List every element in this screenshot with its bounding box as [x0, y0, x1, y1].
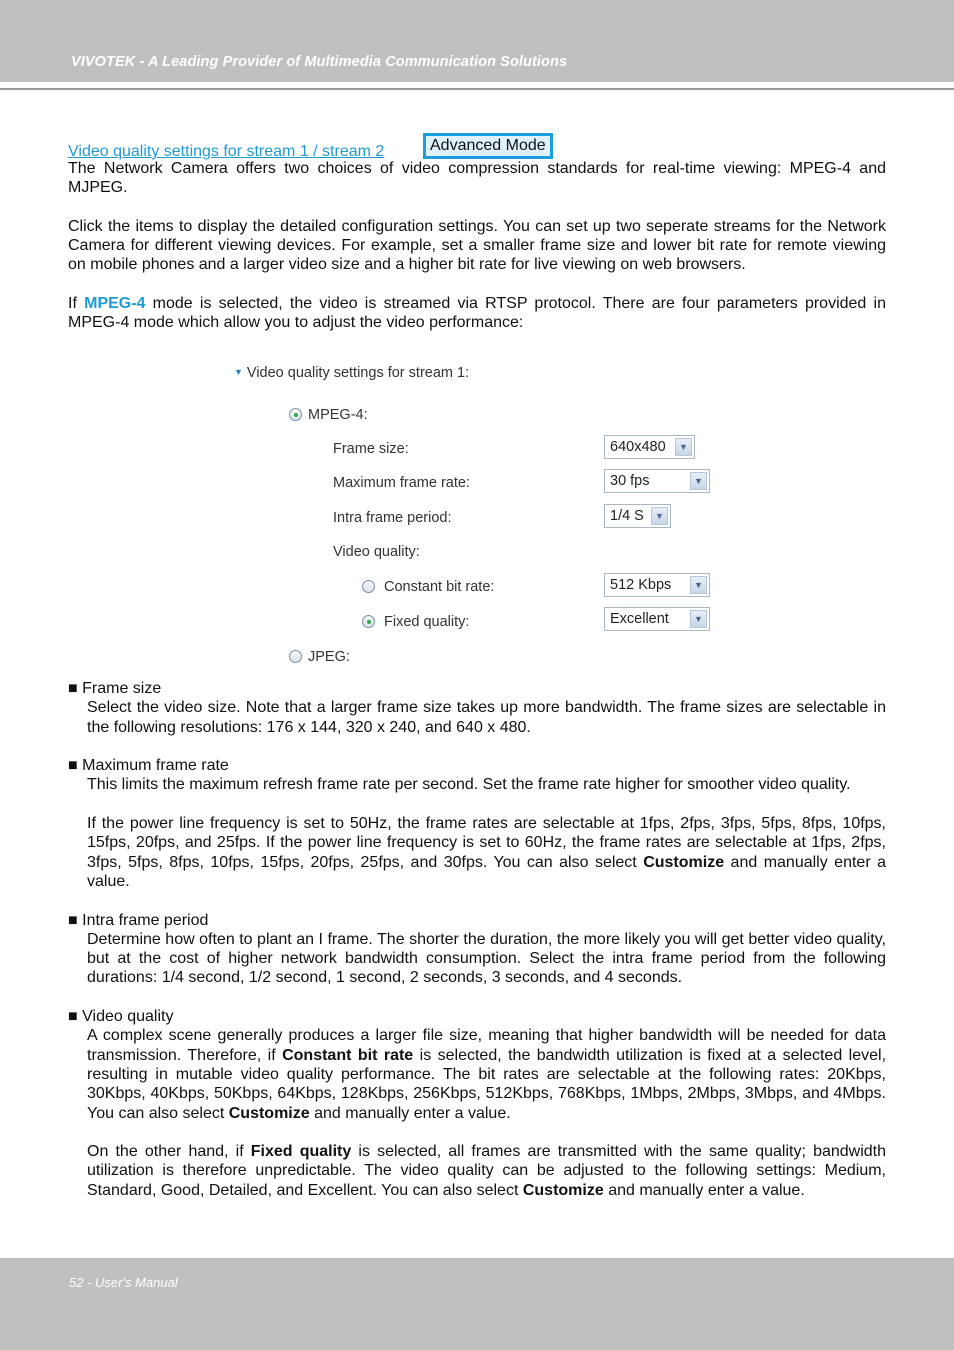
frame-size-label: Frame size: — [333, 441, 409, 457]
bullet-icon: ■ — [68, 757, 78, 775]
video-quality-label: Video quality: — [333, 544, 420, 560]
mpeg4-keyword: MPEG-4 — [84, 295, 146, 313]
chevron-down-icon: ▼ — [690, 472, 707, 490]
bullet-intra-frame: ■ Intra frame period Determine how often… — [68, 911, 886, 988]
bullet-text: This limits the maximum refresh frame ra… — [87, 776, 851, 794]
bullet-text: A complex scene generally produces a lar… — [87, 1027, 887, 1122]
bullet-text: On the other hand, if Fixed quality is s… — [87, 1143, 887, 1199]
mpeg4-label: MPEG-4: — [308, 407, 368, 423]
bullet-max-frame-rate: ■ Maximum frame rate This limits the max… — [68, 756, 886, 891]
page-content: Video quality settings for stream 1 / st… — [68, 133, 886, 333]
mpeg4-paragraph: If MPEG-4 mode is selected, the video is… — [68, 295, 886, 332]
max-frame-rate-label: Maximum frame rate: — [333, 475, 470, 491]
cbr-select[interactable]: 512 Kbps ▼ — [604, 573, 710, 597]
bullet-icon: ■ — [68, 911, 78, 929]
section-heading: Video quality settings for stream 1 / st… — [68, 133, 886, 162]
page-header: VIVOTEK - A Leading Provider of Multimed… — [0, 0, 954, 82]
chevron-down-icon: ▼ — [690, 610, 707, 628]
bullet-icon: ■ — [68, 1008, 78, 1026]
streams-paragraph: Click the items to display the detailed … — [68, 217, 886, 274]
bullet-text: Select the video size. Note that a large… — [87, 699, 886, 736]
header-divider — [0, 88, 954, 90]
intra-frame-label: Intra frame period: — [333, 510, 452, 526]
jpeg-label: JPEG: — [308, 649, 350, 665]
bullet-title: Frame size — [82, 680, 162, 697]
bullet-text: If the power line frequency is set to 50… — [87, 815, 887, 890]
bullet-video-quality: ■ Video quality A complex scene generall… — [68, 1007, 886, 1200]
header-title: VIVOTEK - A Leading Provider of Multimed… — [71, 54, 568, 70]
chevron-down-icon: ▼ — [690, 576, 707, 594]
parameter-descriptions: ■ Frame size Select the video size. Note… — [68, 679, 886, 1200]
mpeg4-radio[interactable] — [289, 408, 302, 421]
page-number: 52 - User's Manual — [69, 1275, 178, 1290]
fixed-quality-radio[interactable] — [362, 615, 375, 628]
section-link[interactable]: Video quality settings for stream 1 / st… — [68, 142, 384, 161]
cbr-label: Constant bit rate: — [384, 579, 495, 595]
cbr-radio[interactable] — [362, 580, 375, 593]
intro-paragraph: The Network Camera offers two choices of… — [68, 160, 886, 197]
settings-screenshot: ▼ Video quality settings for stream 1: MP… — [232, 362, 732, 672]
bullet-frame-size: ■ Frame size Select the video size. Note… — [68, 679, 886, 737]
fixed-quality-label: Fixed quality: — [384, 614, 470, 630]
chevron-down-icon: ▼ — [675, 438, 692, 456]
expand-chevron-icon: ▼ — [234, 367, 243, 377]
figure-title[interactable]: ▼ Video quality settings for stream 1: — [234, 365, 469, 381]
page-footer: 52 - User's Manual — [0, 1258, 954, 1350]
max-frame-rate-select[interactable]: 30 fps ▼ — [604, 469, 710, 493]
bullet-title: Maximum frame rate — [82, 757, 229, 775]
chevron-down-icon: ▼ — [651, 507, 668, 525]
fixed-quality-select[interactable]: Excellent ▼ — [604, 607, 710, 631]
advanced-mode-button[interactable]: Advanced Mode — [423, 133, 553, 159]
bullet-title: Video quality — [82, 1008, 174, 1026]
bullet-text: Determine how often to plant an I frame.… — [87, 930, 886, 987]
bullet-icon: ■ — [68, 680, 78, 697]
jpeg-radio[interactable] — [289, 650, 302, 663]
bullet-title: Intra frame period — [82, 911, 209, 929]
intra-frame-select[interactable]: 1/4 S ▼ — [604, 504, 671, 528]
frame-size-select[interactable]: 640x480 ▼ — [604, 435, 695, 459]
